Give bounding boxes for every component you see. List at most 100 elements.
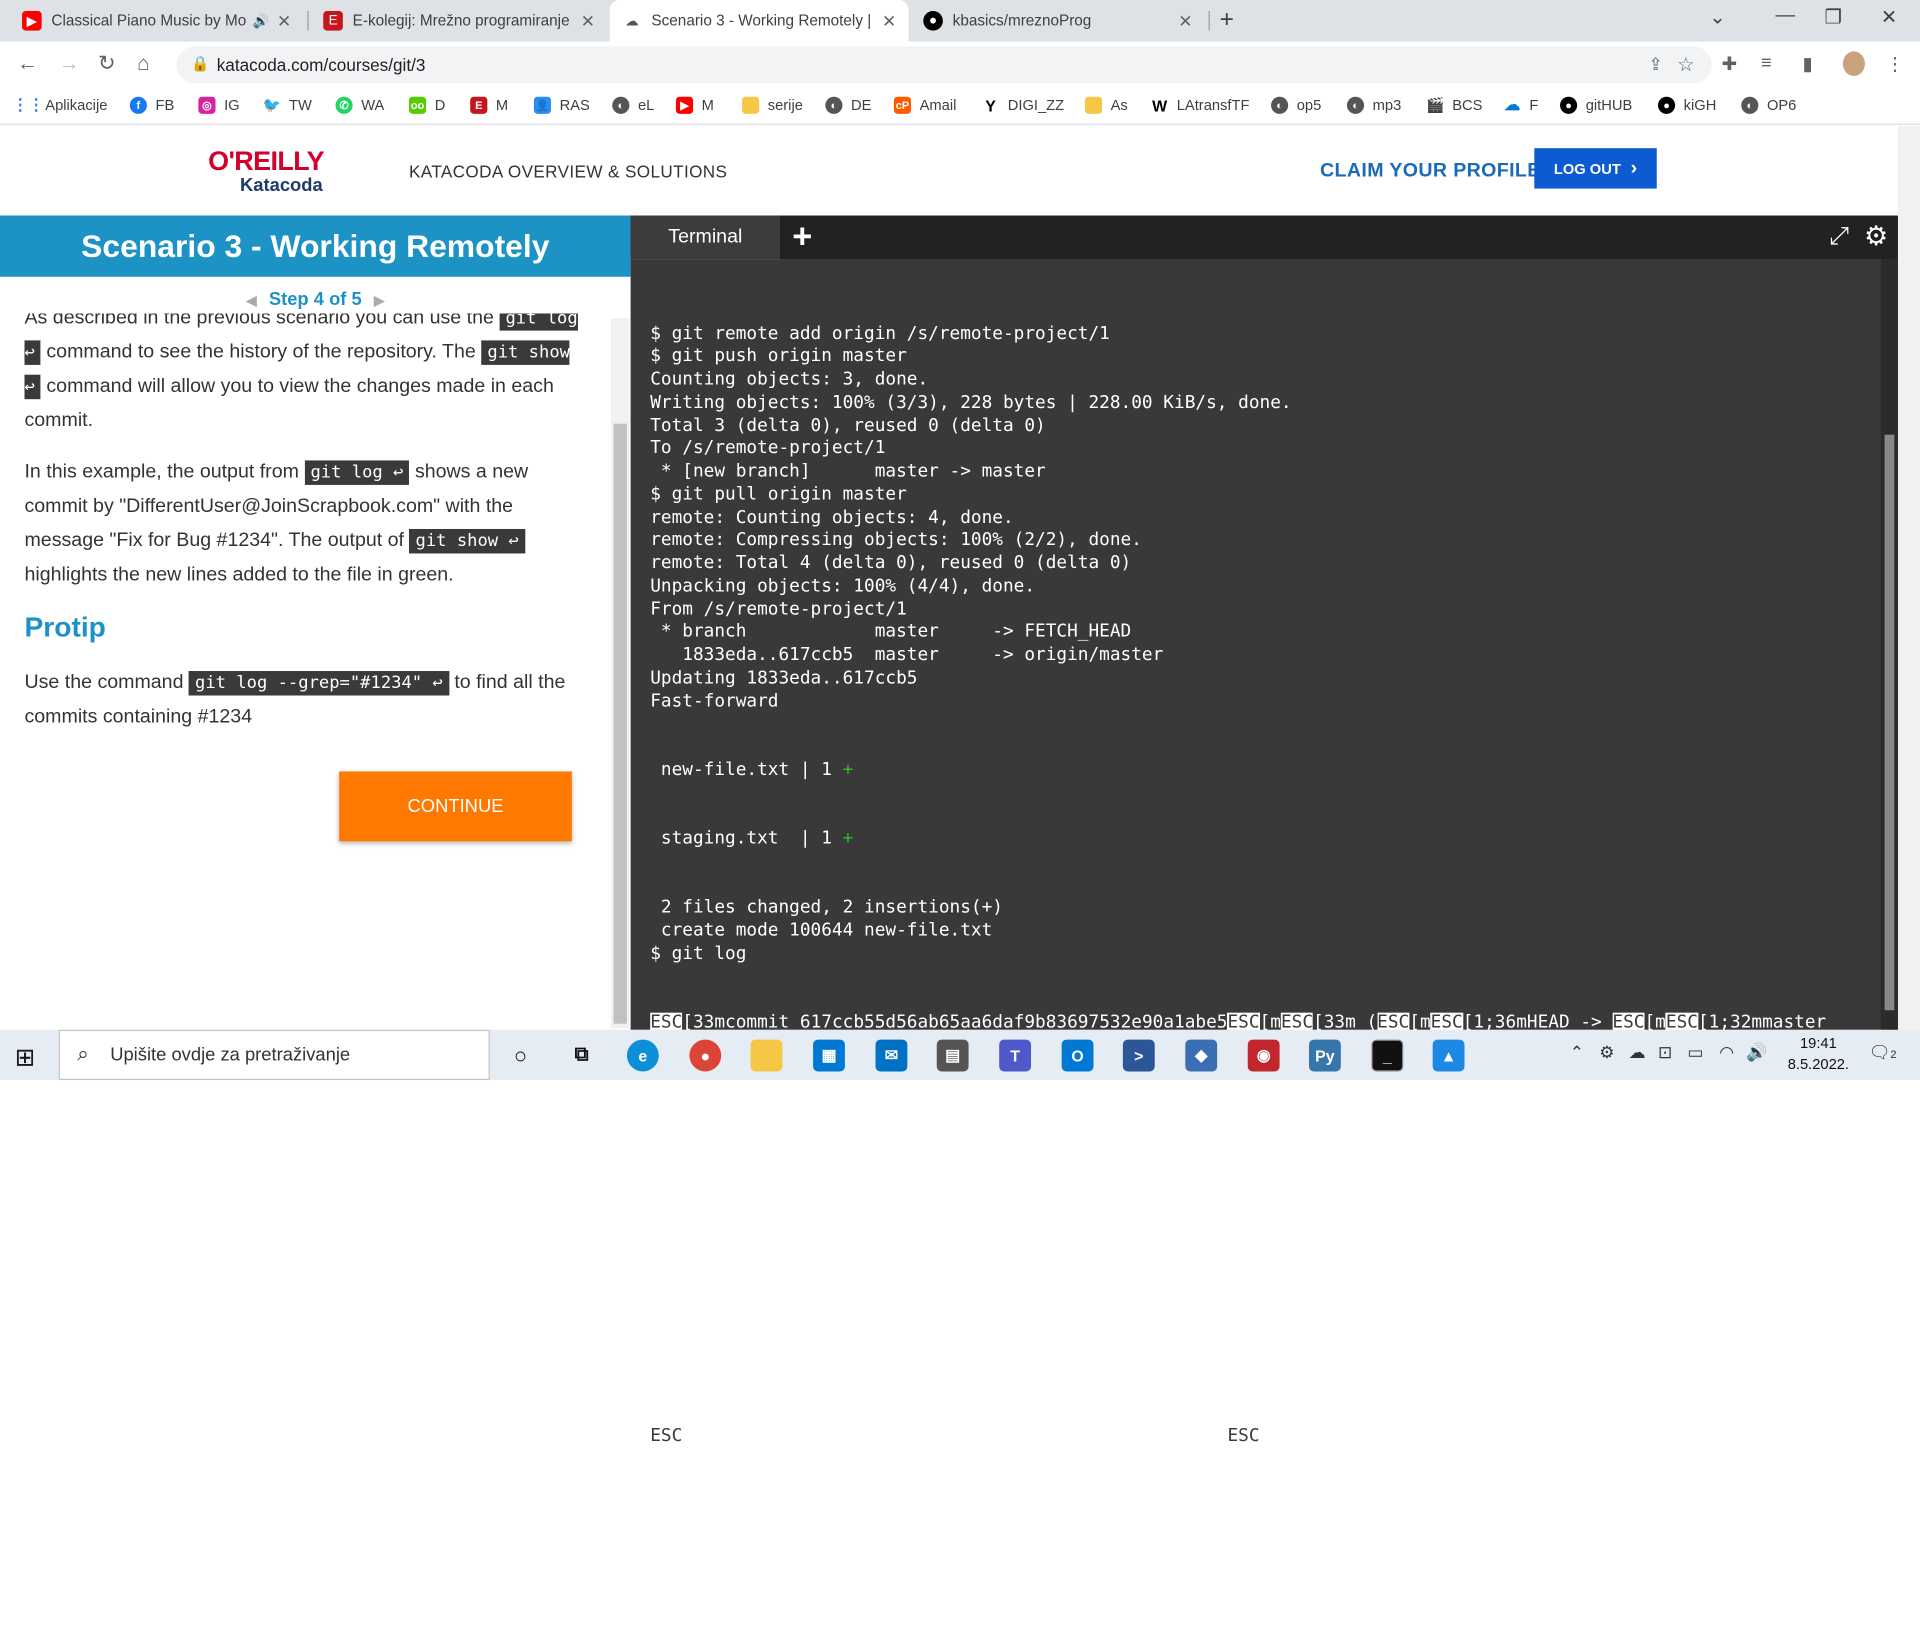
back-icon[interactable]: ←: [17, 51, 38, 75]
bookmark-m2[interactable]: ▶ M: [675, 96, 714, 114]
url-text[interactable]: katacoda.com/courses/git/3: [217, 55, 426, 75]
avatar[interactable]: [1842, 51, 1865, 76]
prev-step-icon[interactable]: ◀: [246, 294, 256, 309]
continue-button[interactable]: CONTINUE: [339, 771, 572, 842]
bookmark-amail[interactable]: cP Amail: [893, 96, 956, 114]
terminal-output[interactable]: $ git remote add origin /s/remote-projec…: [650, 277, 1874, 1631]
terminal-scroll-thumb[interactable]: [1884, 434, 1895, 1011]
tray-app-icon[interactable]: ⚙: [1599, 1042, 1614, 1063]
wifi-icon[interactable]: ◠: [1719, 1042, 1734, 1063]
close-tab-icon[interactable]: ✕: [581, 10, 595, 31]
battery-icon[interactable]: ▭: [1687, 1042, 1703, 1063]
new-tab-button[interactable]: +: [1220, 6, 1234, 34]
side-panel-icon[interactable]: ▮: [1802, 53, 1812, 75]
taskbar-clock[interactable]: 19:41 8.5.2022.: [1782, 1033, 1855, 1075]
lock-icon[interactable]: 🔒: [191, 55, 209, 72]
instructions-scroll-thumb[interactable]: [613, 423, 627, 1024]
calculator-icon[interactable]: ▤: [936, 1039, 969, 1072]
bookmark-kigh[interactable]: ● kiGH: [1657, 96, 1716, 114]
terminal[interactable]: $ git remote add origin /s/remote-projec…: [630, 259, 1898, 1583]
chrome-icon[interactable]: ●: [689, 1039, 722, 1072]
bookmark-mp3[interactable]: ◐ mp3: [1346, 96, 1401, 114]
virtualbox-icon[interactable]: ◆: [1185, 1039, 1218, 1072]
bookmark-latransf[interactable]: W LAtransfTF: [1151, 96, 1249, 114]
edge-icon[interactable]: e: [626, 1039, 659, 1072]
bookmark-as[interactable]: As: [1084, 96, 1128, 114]
close-window-icon[interactable]: ✕: [1881, 5, 1897, 29]
bookmark-digi[interactable]: Y DIGI_ZZ: [982, 96, 1064, 114]
restore-icon[interactable]: ❐: [1825, 5, 1843, 29]
logout-button[interactable]: LOG OUT ›: [1534, 148, 1657, 189]
forward-icon[interactable]: →: [59, 51, 80, 75]
terminal-tab[interactable]: Terminal: [630, 215, 781, 260]
windows-start-icon[interactable]: ⊞: [15, 1042, 36, 1073]
oreilly-logo[interactable]: O'REILLY: [208, 146, 324, 178]
next-step-icon[interactable]: ▶: [374, 294, 384, 309]
notifications-icon[interactable]: 🗨2: [1869, 1042, 1897, 1063]
home-icon[interactable]: ⌂: [137, 51, 150, 75]
katacoda-logo[interactable]: Katacoda: [240, 175, 323, 196]
tab-youtube[interactable]: ▶ Classical Piano Music by Mo 🔊 ✕: [10, 0, 304, 42]
bookmark-bcs[interactable]: 🎬 BCS: [1426, 97, 1483, 114]
code-git-log-grep[interactable]: git log --grep="#1234" ↩: [188, 671, 449, 696]
code-git-show[interactable]: git show ↩: [409, 528, 525, 554]
bookmark-github[interactable]: ● gitHUB: [1560, 96, 1632, 114]
menu-icon[interactable]: ⋮: [1886, 53, 1904, 75]
bookmark-ras[interactable]: 👤 RAS: [533, 96, 590, 114]
volume-icon[interactable]: 🔊: [1746, 1042, 1767, 1063]
bookmark-wa[interactable]: ✆ WA: [335, 96, 384, 114]
store-icon[interactable]: ▦: [813, 1039, 845, 1072]
tab-github[interactable]: ● kbasics/mreznoProg ✕: [911, 0, 1205, 42]
address-bar[interactable]: 🔒 katacoda.com/courses/git/3 ⇪ ☆: [176, 46, 1712, 84]
bookmark-apps[interactable]: ⋮⋮ Aplikacije: [12, 96, 108, 114]
close-tab-icon[interactable]: ✕: [277, 10, 291, 31]
overview-link[interactable]: KATACODA OVERVIEW & SOLUTIONS: [409, 162, 727, 182]
app-red-icon[interactable]: ◉: [1247, 1039, 1280, 1072]
bookmark-d[interactable]: oo D: [408, 96, 445, 114]
tray-chevron-icon[interactable]: ⌃: [1570, 1042, 1584, 1063]
close-tab-icon[interactable]: ✕: [882, 10, 896, 31]
taskbar-search[interactable]: ⌕ Upišite ovdje za pretraživanje: [58, 1029, 490, 1081]
instructions-pane: Scenario 3 - Working Remotely ◀ Step 4 of…: [0, 215, 631, 1030]
task-view-icon[interactable]: ⧉: [566, 1040, 598, 1072]
cortana-icon[interactable]: ○: [504, 1040, 536, 1072]
tab-katacoda[interactable]: ☁ Scenario 3 - Working Remotely | ✕: [609, 0, 909, 42]
bookmark-serije[interactable]: serije: [742, 96, 803, 114]
file-explorer-icon[interactable]: [750, 1039, 783, 1072]
teams-icon[interactable]: T: [999, 1039, 1032, 1072]
code-git-log[interactable]: git log ↩: [304, 460, 410, 485]
powershell-icon[interactable]: >: [1122, 1039, 1155, 1072]
reading-list-icon[interactable]: ≡: [1761, 53, 1772, 74]
extensions-icon[interactable]: ✚: [1722, 53, 1737, 75]
share-icon[interactable]: ⇪: [1649, 54, 1663, 75]
minimize-icon[interactable]: —: [1776, 5, 1796, 27]
bookmark-op6[interactable]: ◐ OP6: [1741, 96, 1796, 114]
tab-search-icon[interactable]: ⌄: [1709, 5, 1725, 29]
gear-icon[interactable]: ⚙: [1864, 220, 1888, 252]
network-share-icon[interactable]: ⊡: [1658, 1042, 1672, 1063]
bookmark-star-icon[interactable]: ☆: [1677, 53, 1695, 77]
bookmark-tw[interactable]: 🐦 TW: [263, 97, 312, 114]
bookmark-op5[interactable]: ◐ op5: [1271, 96, 1321, 114]
bookmark-f[interactable]: ☁ F: [1504, 96, 1538, 114]
speaker-icon[interactable]: 🔊: [253, 13, 270, 29]
fullscreen-icon[interactable]: ⤢: [1829, 223, 1849, 251]
close-tab-icon[interactable]: ✕: [1178, 10, 1192, 31]
tab-ekolegij[interactable]: E E-kolegij: Mrežno programiranje ✕: [311, 0, 607, 42]
bookmark-ig[interactable]: ◎ IG: [198, 96, 240, 114]
python-icon[interactable]: Py: [1308, 1039, 1341, 1072]
terminal-line: Fast-forward: [650, 691, 779, 711]
add-terminal-icon[interactable]: +: [792, 217, 812, 256]
bookmark-el[interactable]: ◐ eL: [612, 96, 654, 114]
reload-icon[interactable]: ↻: [98, 51, 115, 75]
bookmark-fb[interactable]: f FB: [129, 96, 174, 114]
bookmark-de[interactable]: ◐ DE: [825, 96, 871, 114]
outlook-icon[interactable]: O: [1061, 1039, 1094, 1072]
bookmark-m[interactable]: EM: [470, 96, 508, 114]
photos-icon[interactable]: ▲: [1432, 1039, 1465, 1072]
onedrive-tray-icon[interactable]: ☁: [1629, 1042, 1646, 1063]
mail-icon[interactable]: ✉: [875, 1039, 908, 1072]
page-scrollbar[interactable]: [1897, 126, 1920, 1030]
terminal-app-icon[interactable]: _: [1371, 1039, 1404, 1072]
claim-profile-link[interactable]: CLAIM YOUR PROFILE: [1320, 160, 1541, 182]
